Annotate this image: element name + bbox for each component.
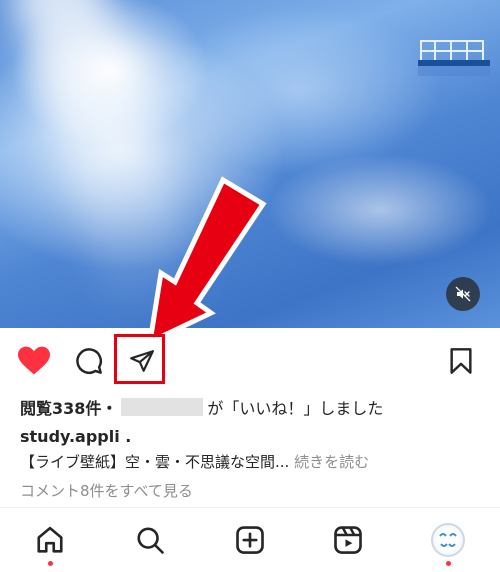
- view-all-comments-link[interactable]: コメント8件をすべて見る: [20, 480, 193, 501]
- annotation-arrow: [146, 176, 267, 347]
- avatar: [431, 523, 465, 557]
- speaker-muted-icon: [455, 286, 471, 302]
- liked-text: が「いいね！」しました: [207, 399, 384, 418]
- nav-profile[interactable]: [428, 520, 468, 560]
- home-icon: [37, 526, 63, 553]
- pier-structure: [418, 40, 490, 76]
- views-count: 閲覧338件: [20, 399, 102, 418]
- caption-text: 【ライブ壁紙】空・雲・不思議な空間...: [20, 453, 290, 471]
- likes-summary[interactable]: 閲覧338件 ・ が「いいね！」しました: [20, 395, 383, 419]
- nav-home[interactable]: [30, 520, 70, 560]
- comment-bubble-icon: [76, 348, 103, 374]
- heart-filled-icon: [18, 346, 50, 375]
- plus-square-icon: [236, 526, 264, 554]
- share-highlight-box: [114, 334, 165, 384]
- home-notification-dot: [48, 561, 53, 566]
- post-caption: 【ライブ壁紙】空・雲・不思議な空間... 続きを読む: [20, 451, 369, 472]
- nav-create[interactable]: [230, 520, 270, 560]
- profile-notification-dot: [446, 561, 451, 566]
- reels-icon: [334, 526, 362, 554]
- mute-button[interactable]: [446, 277, 480, 311]
- nav-divider: [0, 507, 500, 508]
- post-username[interactable]: study.appli .: [20, 427, 131, 446]
- like-button[interactable]: [16, 343, 52, 379]
- search-icon: [137, 527, 164, 554]
- nav-reels[interactable]: [328, 520, 368, 560]
- blurred-username: [121, 398, 204, 416]
- comment-button[interactable]: [71, 343, 107, 379]
- separator: ・: [101, 399, 118, 418]
- nav-search[interactable]: [130, 520, 170, 560]
- read-more-link[interactable]: 続きを読む: [294, 453, 369, 471]
- save-button[interactable]: [443, 343, 479, 379]
- bookmark-icon: [450, 348, 472, 374]
